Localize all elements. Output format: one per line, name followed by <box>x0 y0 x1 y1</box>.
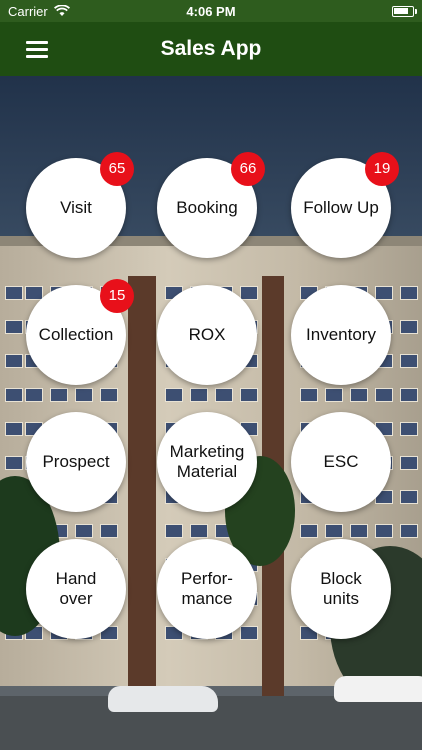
tile-7[interactable]: Marketing Material <box>157 412 257 512</box>
tile-label: Follow Up <box>303 198 379 217</box>
tile-label: Prospect <box>42 452 110 471</box>
count-badge: 66 <box>231 152 265 186</box>
tile-1[interactable]: Booking 66 <box>157 152 265 258</box>
status-bar: Carrier 4:06 PM <box>0 0 422 22</box>
tile-8[interactable]: ESC <box>291 412 391 512</box>
tile-label: Booking <box>176 198 238 217</box>
tile-4[interactable]: ROX <box>157 285 257 385</box>
count-badge: 65 <box>100 152 134 186</box>
tile-0[interactable]: Visit 65 <box>26 152 134 258</box>
tile-3[interactable]: Collection 15 <box>26 279 134 385</box>
nav-bar: Sales App <box>0 22 422 76</box>
tile-5[interactable]: Inventory <box>291 285 391 385</box>
tile-label: ESC <box>323 452 359 471</box>
wifi-icon <box>53 5 70 16</box>
tile-6[interactable]: Prospect <box>26 412 126 512</box>
carrier-label: Carrier <box>8 3 48 19</box>
tile-label: Marketing Material <box>169 442 245 481</box>
menu-icon[interactable] <box>26 41 48 58</box>
tile-10[interactable]: Perfor- mance <box>157 539 257 639</box>
status-left: Carrier <box>8 4 70 19</box>
page-title: Sales App <box>160 37 262 60</box>
tile-label: Block units <box>320 569 362 608</box>
tile-label: Visit <box>60 198 92 217</box>
tile-label: Perfor- mance <box>181 569 233 608</box>
count-badge: 19 <box>365 152 399 186</box>
battery-icon <box>392 5 417 17</box>
tile-label: ROX <box>188 325 226 344</box>
count-badge: 15 <box>100 279 134 313</box>
tile-label: Hand over <box>55 569 97 608</box>
tile-label: Collection <box>38 325 114 344</box>
tile-11[interactable]: Block units <box>291 539 391 639</box>
tile-label: Inventory <box>306 325 376 344</box>
tile-grid: Visit 65 Booking 66 Follow Up 19 Collection 15 R… <box>0 76 422 750</box>
tile-2[interactable]: Follow Up 19 <box>291 152 399 258</box>
tile-9[interactable]: Hand over <box>26 539 126 639</box>
